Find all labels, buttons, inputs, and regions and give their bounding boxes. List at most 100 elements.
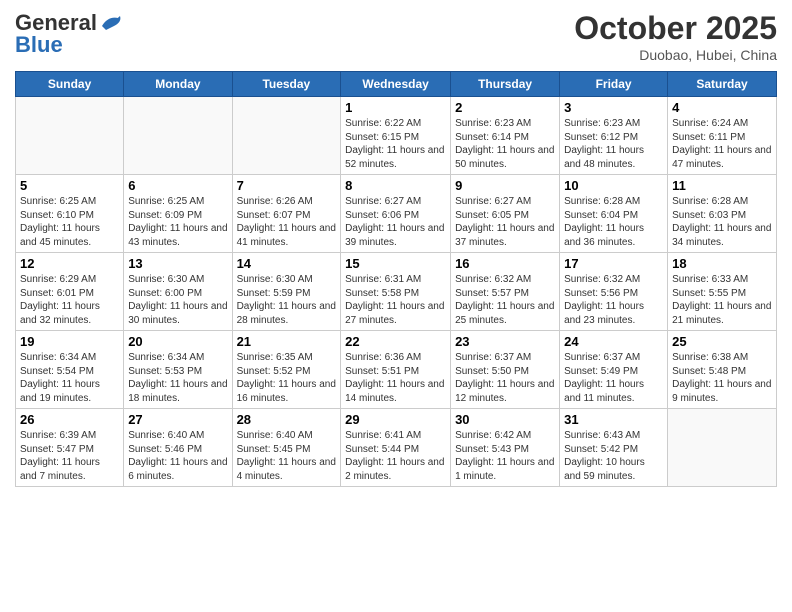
calendar-table: SundayMondayTuesdayWednesdayThursdayFrid… — [15, 71, 777, 487]
date-number: 9 — [455, 178, 555, 193]
calendar-cell: 1 Sunrise: 6:22 AM Sunset: 6:15 PM Daylig… — [341, 97, 451, 175]
calendar-cell: 13Sunrise: 6:30 AM Sunset: 6:00 PM Dayli… — [124, 253, 232, 331]
date-number: 17 — [564, 256, 663, 271]
cell-info: Sunrise: 6:40 AM Sunset: 5:45 PM Dayligh… — [237, 429, 337, 483]
date-number: 24 — [564, 334, 663, 349]
calendar-cell: 22 Sunrise: 6:36 AM Sunset: 5:51 PM Dayli… — [341, 331, 451, 409]
cell-info: Sunrise: 6:23 AM Sunset: 6:12 PM Dayligh… — [564, 117, 663, 171]
cell-info: Sunrise: 6:25 AM Sunset: 6:10 PM Dayligh… — [20, 195, 119, 249]
location: Duobao, Hubei, China — [574, 47, 777, 63]
day-header-tuesday: Tuesday — [232, 72, 341, 97]
date-number: 25 — [672, 334, 772, 349]
calendar-header: SundayMondayTuesdayWednesdayThursdayFrid… — [16, 72, 777, 97]
calendar-cell: 18Sunrise: 6:33 AM Sunset: 5:55 PM Dayli… — [668, 253, 777, 331]
date-number: 11 — [672, 178, 772, 193]
calendar-cell: 23 Sunrise: 6:37 AM Sunset: 5:50 PM Dayli… — [451, 331, 560, 409]
cell-info: Sunrise: 6:40 AM Sunset: 5:46 PM Dayligh… — [128, 429, 227, 483]
calendar-cell: 27 Sunrise: 6:40 AM Sunset: 5:46 PM Dayli… — [124, 409, 232, 487]
cell-info: Sunrise: 6:37 AM Sunset: 5:50 PM Dayligh… — [455, 351, 555, 405]
day-header-wednesday: Wednesday — [341, 72, 451, 97]
day-header-sunday: Sunday — [16, 72, 124, 97]
header: General Blue October 2025 Duobao, Hubei,… — [15, 10, 777, 63]
date-number: 12 — [20, 256, 119, 271]
cell-info: Sunrise: 6:25 AM Sunset: 6:09 PM Dayligh… — [128, 195, 227, 249]
date-number: 27 — [128, 412, 227, 427]
logo: General Blue — [15, 10, 122, 58]
date-number: 7 — [237, 178, 337, 193]
cell-info: Sunrise: 6:28 AM Sunset: 6:04 PM Dayligh… — [564, 195, 663, 249]
calendar-cell: 17 Sunrise: 6:32 AM Sunset: 5:56 PM Dayli… — [560, 253, 668, 331]
cell-info: Sunrise: 6:22 AM Sunset: 6:15 PM Dayligh… — [345, 117, 446, 171]
calendar-cell: 21Sunrise: 6:35 AM Sunset: 5:52 PM Dayli… — [232, 331, 341, 409]
day-header-saturday: Saturday — [668, 72, 777, 97]
date-number: 3 — [564, 100, 663, 115]
calendar-week-2: 5 Sunrise: 6:25 AM Sunset: 6:10 PM Daylig… — [16, 175, 777, 253]
cell-info: Sunrise: 6:33 AM Sunset: 5:55 PM Dayligh… — [672, 273, 772, 327]
date-number: 10 — [564, 178, 663, 193]
cell-info: Sunrise: 6:32 AM Sunset: 5:56 PM Dayligh… — [564, 273, 663, 327]
calendar-body: 1 Sunrise: 6:22 AM Sunset: 6:15 PM Daylig… — [16, 97, 777, 487]
calendar-cell: 20 Sunrise: 6:34 AM Sunset: 5:53 PM Dayli… — [124, 331, 232, 409]
calendar-cell: 25 Sunrise: 6:38 AM Sunset: 5:48 PM Dayli… — [668, 331, 777, 409]
calendar-cell: 10 Sunrise: 6:28 AM Sunset: 6:04 PM Dayli… — [560, 175, 668, 253]
date-number: 23 — [455, 334, 555, 349]
cell-info: Sunrise: 6:37 AM Sunset: 5:49 PM Dayligh… — [564, 351, 663, 405]
cell-info: Sunrise: 6:43 AM Sunset: 5:42 PM Dayligh… — [564, 429, 663, 483]
calendar-cell: 6Sunrise: 6:25 AM Sunset: 6:09 PM Daylig… — [124, 175, 232, 253]
cell-info: Sunrise: 6:38 AM Sunset: 5:48 PM Dayligh… — [672, 351, 772, 405]
calendar-cell: 26 Sunrise: 6:39 AM Sunset: 5:47 PM Dayli… — [16, 409, 124, 487]
cell-info: Sunrise: 6:23 AM Sunset: 6:14 PM Dayligh… — [455, 117, 555, 171]
calendar-cell: 29 Sunrise: 6:41 AM Sunset: 5:44 PM Dayli… — [341, 409, 451, 487]
date-number: 5 — [20, 178, 119, 193]
header-row: SundayMondayTuesdayWednesdayThursdayFrid… — [16, 72, 777, 97]
calendar-cell: 3 Sunrise: 6:23 AM Sunset: 6:12 PM Daylig… — [560, 97, 668, 175]
calendar-cell: 19Sunrise: 6:34 AM Sunset: 5:54 PM Dayli… — [16, 331, 124, 409]
calendar-cell: 4 Sunrise: 6:24 AM Sunset: 6:11 PM Daylig… — [668, 97, 777, 175]
title-block: October 2025 Duobao, Hubei, China — [574, 10, 777, 63]
calendar-cell: 30 Sunrise: 6:42 AM Sunset: 5:43 PM Dayli… — [451, 409, 560, 487]
date-number: 29 — [345, 412, 446, 427]
day-header-monday: Monday — [124, 72, 232, 97]
cell-info: Sunrise: 6:34 AM Sunset: 5:53 PM Dayligh… — [128, 351, 227, 405]
cell-info: Sunrise: 6:30 AM Sunset: 5:59 PM Dayligh… — [237, 273, 337, 327]
date-number: 30 — [455, 412, 555, 427]
calendar-cell: 2 Sunrise: 6:23 AM Sunset: 6:14 PM Daylig… — [451, 97, 560, 175]
date-number: 22 — [345, 334, 446, 349]
calendar-week-5: 26 Sunrise: 6:39 AM Sunset: 5:47 PM Dayli… — [16, 409, 777, 487]
date-number: 26 — [20, 412, 119, 427]
calendar-cell — [232, 97, 341, 175]
cell-info: Sunrise: 6:39 AM Sunset: 5:47 PM Dayligh… — [20, 429, 119, 483]
cell-info: Sunrise: 6:36 AM Sunset: 5:51 PM Dayligh… — [345, 351, 446, 405]
calendar-cell — [668, 409, 777, 487]
cell-info: Sunrise: 6:42 AM Sunset: 5:43 PM Dayligh… — [455, 429, 555, 483]
date-number: 8 — [345, 178, 446, 193]
cell-info: Sunrise: 6:24 AM Sunset: 6:11 PM Dayligh… — [672, 117, 772, 171]
date-number: 13 — [128, 256, 227, 271]
cell-info: Sunrise: 6:41 AM Sunset: 5:44 PM Dayligh… — [345, 429, 446, 483]
calendar-week-3: 12 Sunrise: 6:29 AM Sunset: 6:01 PM Dayli… — [16, 253, 777, 331]
date-number: 20 — [128, 334, 227, 349]
cell-info: Sunrise: 6:27 AM Sunset: 6:06 PM Dayligh… — [345, 195, 446, 249]
date-number: 14 — [237, 256, 337, 271]
calendar-week-1: 1 Sunrise: 6:22 AM Sunset: 6:15 PM Daylig… — [16, 97, 777, 175]
calendar-cell: 9 Sunrise: 6:27 AM Sunset: 6:05 PM Daylig… — [451, 175, 560, 253]
date-number: 15 — [345, 256, 446, 271]
date-number: 16 — [455, 256, 555, 271]
date-number: 1 — [345, 100, 446, 115]
calendar-cell: 31Sunrise: 6:43 AM Sunset: 5:42 PM Dayli… — [560, 409, 668, 487]
calendar-cell: 8 Sunrise: 6:27 AM Sunset: 6:06 PM Daylig… — [341, 175, 451, 253]
calendar-cell: 16 Sunrise: 6:32 AM Sunset: 5:57 PM Dayli… — [451, 253, 560, 331]
page-container: General Blue October 2025 Duobao, Hubei,… — [0, 0, 792, 497]
cell-info: Sunrise: 6:27 AM Sunset: 6:05 PM Dayligh… — [455, 195, 555, 249]
cell-info: Sunrise: 6:32 AM Sunset: 5:57 PM Dayligh… — [455, 273, 555, 327]
calendar-cell: 24 Sunrise: 6:37 AM Sunset: 5:49 PM Dayli… — [560, 331, 668, 409]
date-number: 4 — [672, 100, 772, 115]
calendar-cell: 5 Sunrise: 6:25 AM Sunset: 6:10 PM Daylig… — [16, 175, 124, 253]
logo-bird-icon — [100, 14, 122, 32]
calendar-cell: 11 Sunrise: 6:28 AM Sunset: 6:03 PM Dayli… — [668, 175, 777, 253]
month-title: October 2025 — [574, 10, 777, 47]
date-number: 21 — [237, 334, 337, 349]
cell-info: Sunrise: 6:28 AM Sunset: 6:03 PM Dayligh… — [672, 195, 772, 249]
date-number: 2 — [455, 100, 555, 115]
cell-info: Sunrise: 6:29 AM Sunset: 6:01 PM Dayligh… — [20, 273, 119, 327]
